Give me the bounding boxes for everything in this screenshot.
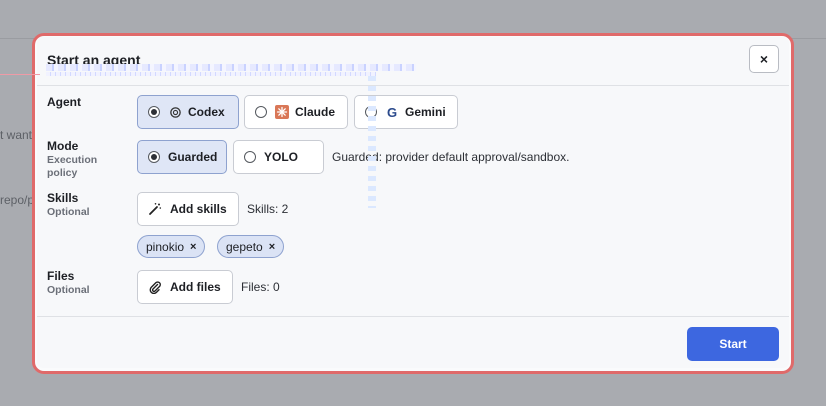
- add-skills-button[interactable]: Add skills: [137, 192, 239, 226]
- background-text-1: t want: [0, 128, 33, 142]
- radio-unselected-icon: [255, 106, 267, 118]
- mode-description: Guarded: provider default approval/sandb…: [332, 150, 570, 164]
- remove-chip-icon[interactable]: ×: [269, 241, 275, 253]
- mode-option-guarded[interactable]: Guarded: [137, 140, 227, 174]
- add-files-label: Add files: [170, 280, 221, 294]
- openai-icon: [168, 105, 182, 119]
- radio-selected-icon: [148, 151, 160, 163]
- add-files-button[interactable]: Add files: [137, 270, 233, 304]
- start-agent-dialog: Start an agent × Agent Codex Claude G Ge…: [37, 37, 789, 368]
- agent-option-label: Claude: [295, 105, 336, 119]
- agent-option-gemini[interactable]: G Gemini: [354, 95, 458, 129]
- files-count: Files: 0: [241, 280, 280, 294]
- magic-wand-icon: [148, 202, 162, 216]
- close-button[interactable]: ×: [749, 45, 779, 73]
- agent-label: Agent: [47, 95, 81, 109]
- mode-label: Mode: [47, 139, 79, 153]
- start-button[interactable]: Start: [687, 327, 779, 361]
- agent-option-label: Gemini: [405, 105, 446, 119]
- dialog-title: Start an agent: [47, 52, 141, 68]
- radio-unselected-icon: [244, 151, 256, 163]
- mode-option-label: Guarded: [168, 150, 218, 164]
- skill-chip-label: pinokio: [146, 239, 185, 254]
- remove-chip-icon[interactable]: ×: [190, 241, 196, 253]
- dialog-header: Start an agent ×: [37, 37, 789, 86]
- radio-unselected-icon: [365, 106, 377, 118]
- footer-divider: [37, 316, 789, 317]
- paperclip-icon: [148, 280, 162, 294]
- agent-option-codex[interactable]: Codex: [137, 95, 239, 129]
- mode-sub-label: Execution policy: [47, 154, 98, 179]
- mode-option-yolo[interactable]: YOLO: [233, 140, 324, 174]
- agent-option-label: Codex: [188, 105, 225, 119]
- files-label: Files: [47, 269, 75, 283]
- files-sub-label: Optional: [47, 284, 90, 296]
- claude-icon: [275, 105, 289, 119]
- add-skills-label: Add skills: [170, 202, 227, 216]
- close-icon: ×: [759, 51, 769, 67]
- radio-selected-icon: [148, 106, 160, 118]
- skills-label: Skills: [47, 191, 79, 205]
- skill-chip-label: gepeto: [226, 239, 263, 254]
- skills-sub-label: Optional: [47, 206, 90, 218]
- agent-option-claude[interactable]: Claude: [244, 95, 348, 129]
- google-icon: G: [386, 104, 398, 120]
- skills-count: Skills: 2: [247, 202, 289, 216]
- skill-chip-gepeto: gepeto ×: [217, 235, 285, 258]
- skill-chip-pinokio: pinokio ×: [137, 235, 206, 258]
- mode-option-label: YOLO: [264, 150, 299, 164]
